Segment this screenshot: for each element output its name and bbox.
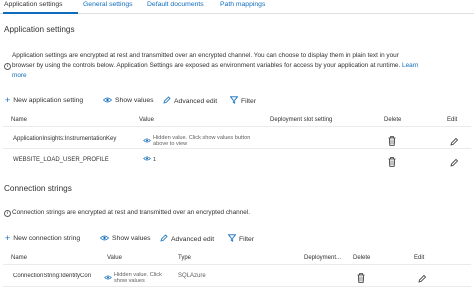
row-divider	[3, 286, 471, 287]
col-header-name[interactable]: Name	[11, 255, 27, 261]
filter-button[interactable]: Filter	[229, 96, 257, 106]
advanced-edit-button[interactable]: Advanced edit	[163, 96, 217, 106]
new-application-setting-button[interactable]: + New application setting	[5, 96, 83, 105]
trash-icon[interactable]	[388, 154, 396, 172]
col-header-slot-setting[interactable]: Deployment...	[304, 255, 341, 261]
advanced-edit-label: Advanced edit	[171, 235, 215, 243]
new-application-setting-label: New application setting	[13, 97, 84, 104]
row-divider	[3, 148, 471, 149]
filter-icon	[229, 96, 239, 106]
table-header-divider	[3, 264, 471, 265]
advanced-edit-label: Advanced edit	[174, 97, 218, 105]
col-header-delete: Delete	[353, 255, 371, 261]
show-values-label: Show values	[112, 235, 151, 242]
edit-pencil-icon	[160, 234, 168, 244]
eye-icon	[143, 138, 151, 145]
show-values-label: Show values	[115, 97, 154, 104]
hidden-value-text: Hidden value. Click show values button a…	[153, 135, 251, 147]
connection-strings-title: Connection strings	[4, 184, 72, 193]
setting-name[interactable]: WEBSITE_LOAD_USER_PROFILE	[13, 157, 109, 163]
tab-application-settings[interactable]: Application settings	[4, 1, 63, 8]
learn-more-link-b[interactable]: more	[12, 72, 27, 79]
show-values-button[interactable]: Show values	[99, 234, 151, 243]
connection-string-value[interactable]: Hidden value. Click show values	[104, 272, 172, 284]
tab-default-documents[interactable]: Default documents	[147, 1, 204, 8]
col-header-value[interactable]: Value	[139, 117, 154, 123]
app-settings-info: Application settings are encrypted at re…	[12, 51, 418, 81]
hidden-value-text: Hidden value. Click show values	[114, 272, 162, 284]
col-header-slot-setting[interactable]: Deployment slot setting	[270, 117, 332, 123]
app-settings-title: Application settings	[4, 25, 75, 34]
advanced-edit-button[interactable]: Advanced edit	[160, 234, 214, 244]
eye-icon	[104, 275, 112, 282]
connection-string-type: SQLAzure	[178, 273, 206, 279]
col-header-value[interactable]: Value	[107, 255, 122, 261]
plus-icon: +	[5, 95, 11, 105]
new-connection-string-button[interactable]: + New connection string	[5, 234, 80, 243]
info-icon: i	[4, 63, 11, 70]
tab-bar: Application settings General settings De…	[0, 0, 474, 14]
filter-label: Filter	[241, 97, 257, 105]
setting-name[interactable]: ApplicationInsights:InstrumentationKey	[13, 136, 116, 142]
connection-strings-info: Connection strings are encrypted at rest…	[12, 209, 251, 216]
pencil-icon[interactable]	[450, 154, 459, 172]
tab-path-mappings[interactable]: Path mappings	[220, 1, 265, 8]
col-header-delete: Delete	[384, 117, 402, 123]
learn-more-link-a[interactable]: Learn	[402, 62, 418, 69]
active-tab-indicator	[3, 12, 78, 14]
table-header-divider	[3, 126, 471, 127]
filter-icon	[227, 234, 237, 244]
setting-value[interactable]: Hidden value. Click show values button a…	[143, 135, 264, 147]
info-line-1: Application settings are encrypted at re…	[12, 52, 399, 59]
filter-button[interactable]: Filter	[227, 234, 255, 244]
info-line-2: browser by using the controls below. App…	[12, 62, 401, 69]
value-text: 1	[153, 156, 157, 163]
setting-value[interactable]: 1	[143, 156, 264, 163]
filter-label: Filter	[239, 235, 255, 243]
col-header-edit: Edit	[414, 255, 425, 261]
connection-string-name[interactable]: ConnectionString:IdentityCon	[13, 273, 101, 279]
col-header-type[interactable]: Type	[178, 255, 191, 261]
eye-icon	[102, 96, 113, 105]
new-connection-string-label: New connection string	[13, 235, 81, 242]
eye-icon	[143, 156, 151, 163]
edit-pencil-icon	[163, 96, 171, 106]
tab-general-settings[interactable]: General settings	[83, 1, 133, 8]
show-values-button[interactable]: Show values	[102, 96, 154, 105]
info-icon: i	[4, 210, 11, 217]
col-header-edit: Edit	[447, 117, 458, 123]
eye-icon	[99, 234, 110, 243]
plus-icon: +	[5, 233, 11, 243]
col-header-name[interactable]: Name	[11, 117, 27, 123]
